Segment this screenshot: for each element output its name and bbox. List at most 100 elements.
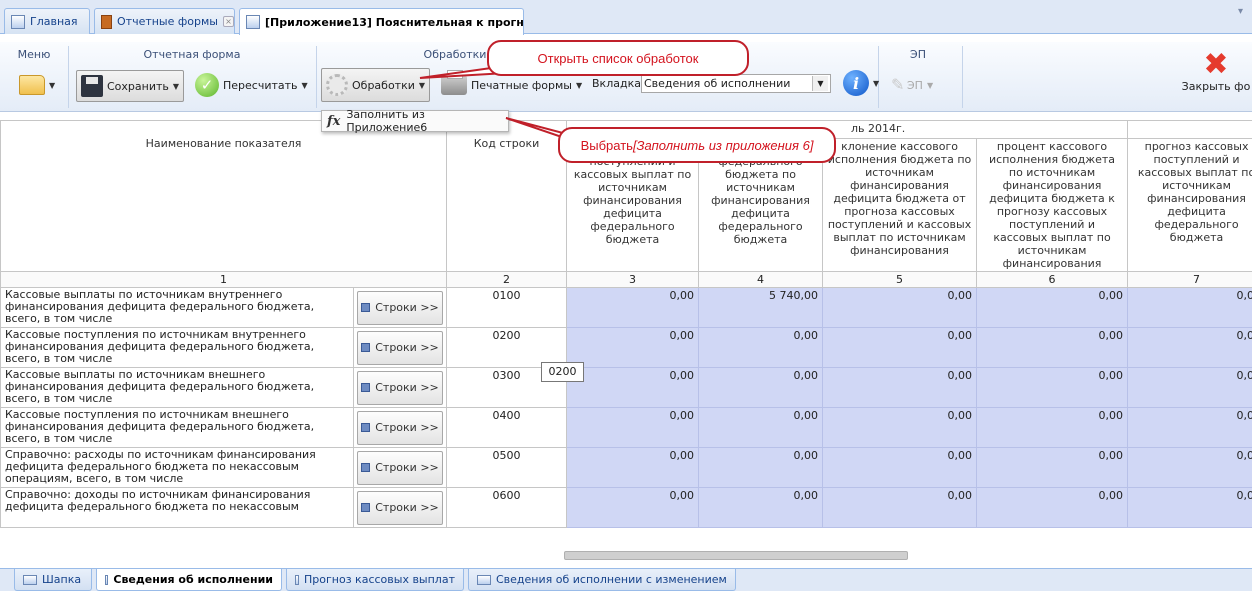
group-divider (962, 46, 963, 108)
value-cell-col6[interactable]: 0,00 (976, 447, 1129, 488)
save-button[interactable]: Сохранить ▼ (76, 70, 185, 102)
recalculate-button[interactable]: ✓ Пересчитать ▼ (190, 70, 313, 100)
value-cell-col6[interactable]: 0,00 (976, 327, 1129, 368)
data-grid-area: Наименование показателя Код строки ль 20… (0, 120, 1252, 564)
col-number: 4 (698, 271, 824, 288)
tab-home[interactable]: Главная (4, 8, 90, 34)
close-icon[interactable]: × (222, 16, 234, 27)
value-cell-col7[interactable]: 0,00 (1127, 447, 1252, 488)
rows-button[interactable]: Строки >> (357, 450, 444, 485)
table-row: Кассовые поступления по источникам внутр… (0, 327, 1252, 368)
value-cell-col7[interactable]: 0,00 (1127, 407, 1252, 448)
printer-icon (441, 70, 467, 95)
menu-button[interactable]: ▼ (14, 70, 60, 100)
name-cell: Кассовые поступления по источникам внутр… (0, 327, 354, 368)
tab-appendix13[interactable]: [Приложение13] Пояснительная к прогно...… (239, 8, 524, 35)
callout-select-item: Выбрать [Заполнить из приложения 6] (558, 127, 836, 163)
chevron-down-icon: ▼ (575, 80, 583, 90)
table-row: Кассовые выплаты по источникам внешнего … (0, 367, 1252, 408)
rows-button[interactable]: Строки >> (357, 490, 444, 525)
value-cell-col3[interactable]: 0,00 (566, 447, 700, 488)
processing-menu-item[interactable]: fx Заполнить из Приложение6 (321, 108, 509, 134)
vkladka-label: Вкладка (592, 77, 641, 90)
name-cell: Справочно: расходы по источникам финанси… (0, 447, 354, 488)
home-icon (11, 14, 25, 29)
processing-button[interactable]: Обработки ▼ (321, 68, 431, 102)
header-name: Наименование показателя (0, 120, 448, 272)
rows-button[interactable]: Строки >> (357, 290, 444, 325)
value-cell-col5[interactable]: 0,00 (822, 367, 978, 408)
value-cell-col3[interactable]: 0,00 (566, 367, 700, 408)
sheet-tab-forecast[interactable]: Прогноз кассовых выплат (286, 569, 464, 591)
rows-button-cell: Строки >> (352, 407, 448, 448)
column-number-row: 1 2 3 4 5 6 7 (0, 271, 1252, 288)
value-cell-col6[interactable]: 0,00 (976, 367, 1129, 408)
value-cell-col3[interactable]: 0,00 (566, 327, 700, 368)
check-icon: ✓ (195, 73, 219, 97)
info-button[interactable]: i ▼ (838, 68, 884, 98)
value-cell-col7[interactable]: 0,00 (1127, 367, 1252, 408)
value-cell-col6[interactable]: 0,00 (976, 407, 1129, 448)
rows-icon (361, 503, 371, 512)
header-blank (1127, 120, 1252, 139)
group-divider (68, 46, 69, 108)
ep-button[interactable]: ✎ ЭП ▼ (886, 70, 938, 100)
rows-button[interactable]: Строки >> (357, 370, 444, 405)
rows-button-label: Строки >> (375, 341, 439, 354)
name-cell: Кассовые поступления по источникам внешн… (0, 407, 354, 448)
row-code-cell: 0400 (446, 407, 568, 448)
col-number: 7 (1127, 271, 1252, 288)
sheet-tab-execution[interactable]: Сведения об исполнении (96, 569, 282, 591)
callout-item: [Заполнить из приложения 6] (632, 137, 814, 153)
group-title-ep: ЭП (910, 48, 926, 61)
sheet-tab-header[interactable]: Шапка (14, 569, 92, 591)
table-row: Кассовые поступления по источникам внешн… (0, 407, 1252, 448)
value-cell-col5[interactable]: 0,00 (822, 287, 978, 328)
value-cell-col4[interactable]: 0,00 (698, 447, 824, 488)
value-cell-col3[interactable]: 0,00 (566, 407, 700, 448)
value-cell-col4[interactable]: 0,00 (698, 407, 824, 448)
value-cell-col3[interactable]: 0,00 (566, 287, 700, 328)
tab-report-forms[interactable]: Отчетные формы × (94, 8, 235, 34)
value-cell-col4[interactable]: 0,00 (698, 367, 824, 408)
rows-button[interactable]: Строки >> (357, 410, 444, 445)
tab-select[interactable]: Сведения об исполнении ▼ (641, 74, 831, 93)
sheet-tabs: Шапка Сведения об исполнении Прогноз кас… (0, 568, 1252, 591)
close-form-button[interactable]: ✖ Закрыть фо (1180, 50, 1252, 94)
sheet-tab-execution-changes[interactable]: Сведения об исполнении с изменением (468, 569, 736, 591)
rows-icon (361, 303, 371, 312)
folder-icon (19, 75, 45, 95)
function-icon: fx (327, 113, 341, 129)
group-title-processing: Обработки (423, 48, 487, 61)
value-cell-col5[interactable]: 0,00 (822, 407, 978, 448)
chevron-down-icon[interactable]: ▾ (1238, 6, 1250, 18)
value-cell-col4[interactable]: 0,00 (698, 327, 824, 368)
row-code-cell: 0500 (446, 447, 568, 488)
value-cell-col6[interactable]: 0,00 (976, 487, 1129, 528)
table-row: Кассовые выплаты по источникам внутренне… (0, 287, 1252, 328)
value-cell-col5[interactable]: 0,00 (822, 327, 978, 368)
value-cell-col7[interactable]: 0,00 (1127, 487, 1252, 528)
rows-button-label: Строки >> (375, 421, 439, 434)
value-cell-col4[interactable]: 0,00 (698, 487, 824, 528)
value-cell-col4[interactable]: 5 740,00 (698, 287, 824, 328)
value-cell-col5[interactable]: 0,00 (822, 447, 978, 488)
form-icon (246, 15, 260, 29)
group-title-menu: Меню (17, 48, 51, 61)
rows-button-label: Строки >> (375, 301, 439, 314)
value-cell-col7[interactable]: 0,00 (1127, 287, 1252, 328)
horizontal-scrollbar[interactable] (564, 551, 908, 560)
rows-button-cell: Строки >> (352, 287, 448, 328)
print-label: Печатные формы (471, 78, 572, 92)
data-grid: Наименование показателя Код строки ль 20… (0, 120, 1252, 528)
chevron-down-icon: ▼ (926, 80, 934, 90)
rows-button[interactable]: Строки >> (357, 330, 444, 365)
chevron-down-icon: ▼ (418, 80, 426, 90)
rows-icon (361, 383, 371, 392)
value-cell-col5[interactable]: 0,00 (822, 487, 978, 528)
value-cell-col7[interactable]: 0,00 (1127, 327, 1252, 368)
close-form-label: Закрыть фо (1181, 80, 1251, 93)
value-cell-col3[interactable]: 0,00 (566, 487, 700, 528)
group-title-report-form: Отчетная форма (143, 48, 241, 61)
value-cell-col6[interactable]: 0,00 (976, 287, 1129, 328)
